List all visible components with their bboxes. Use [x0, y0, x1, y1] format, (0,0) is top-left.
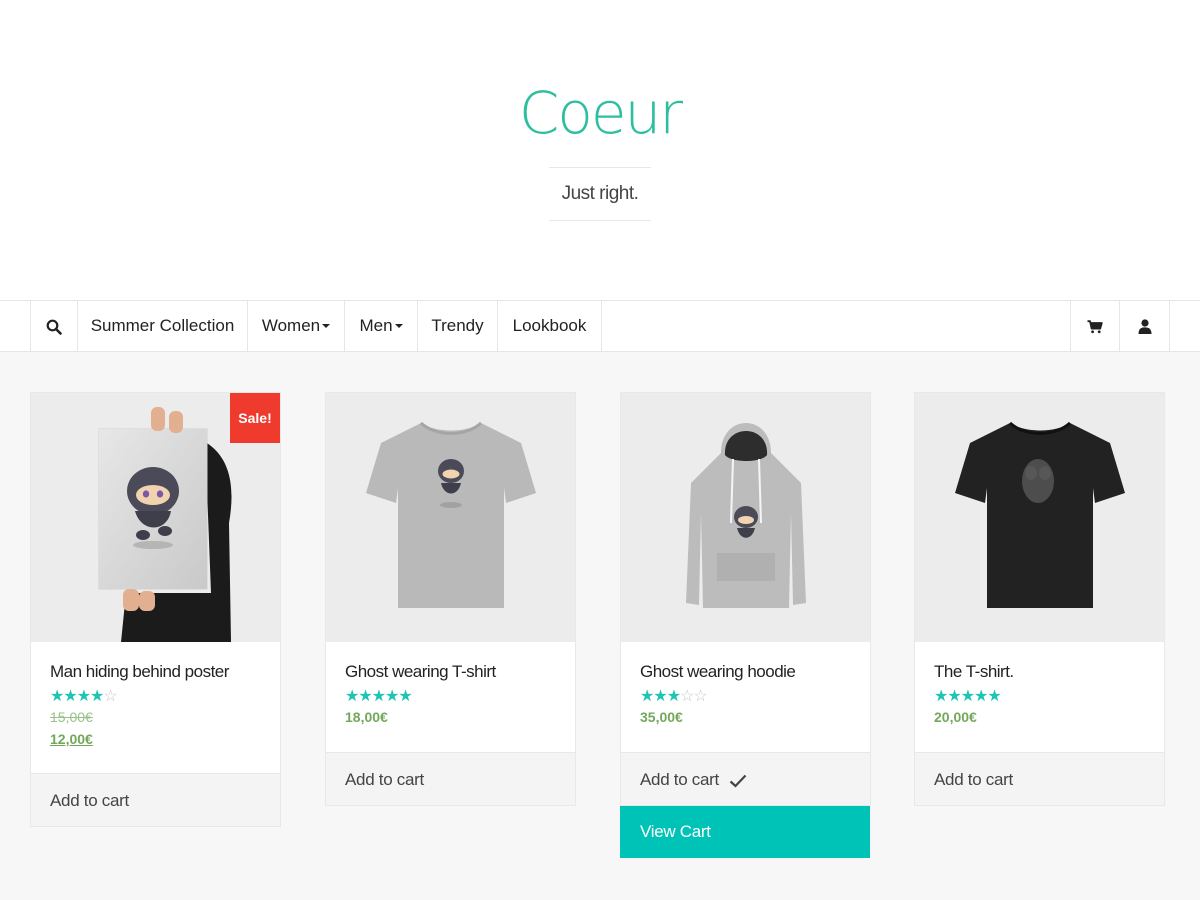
nav-label: Women — [261, 316, 321, 335]
nav-label: Men — [359, 316, 393, 335]
add-to-cart-button[interactable]: Add to cart — [31, 773, 280, 826]
product-image[interactable] — [915, 393, 1164, 642]
product-info: Ghost wearing T-shirt ★★★★★ 18,00€ — [326, 642, 575, 752]
product-price: 18,00€ — [345, 709, 388, 725]
tagline-container: Just right. — [549, 167, 651, 221]
chevron-down-icon — [394, 323, 403, 328]
add-to-cart-label: Add to cart — [640, 770, 719, 789]
nav-item-trendy[interactable]: Trendy — [418, 301, 498, 351]
product-card: The T-shirt. ★★★★★ 20,00€ Add to cart — [914, 392, 1165, 806]
cart-button[interactable] — [1070, 301, 1120, 351]
product-price: 20,00€ — [934, 709, 977, 725]
add-to-cart-button[interactable]: Add to cart — [326, 752, 575, 805]
nav-item-men[interactable]: Men — [345, 301, 418, 351]
star-rating: ★★★★★ — [345, 688, 556, 706]
product-info: Ghost wearing hoodie ★★★☆☆ 35,00€ — [621, 642, 870, 752]
star-filled-icon: ★★★★ — [50, 688, 104, 705]
nav-label: Trendy — [431, 316, 484, 335]
cart-icon — [1087, 319, 1103, 333]
account-button[interactable] — [1120, 301, 1170, 351]
star-filled-icon: ★★★ — [640, 688, 681, 705]
nav-label: Lookbook — [512, 316, 587, 335]
site-title: Coeur — [0, 78, 1200, 148]
product-image[interactable] — [621, 393, 870, 642]
site-tagline: Just right. — [561, 183, 639, 204]
product-image[interactable]: Sale! — [31, 393, 280, 642]
nav-item-women[interactable]: Women — [248, 301, 345, 351]
product-title[interactable]: Man hiding behind poster — [50, 662, 261, 682]
product-title[interactable]: Ghost wearing T-shirt — [345, 662, 556, 682]
nav-item-lookbook[interactable]: Lookbook — [498, 301, 602, 351]
search-button[interactable] — [30, 301, 78, 351]
sale-badge: Sale! — [230, 393, 280, 443]
star-rating: ★★★☆☆ — [640, 688, 851, 706]
hoodie-image — [621, 393, 870, 642]
product-title[interactable]: Ghost wearing hoodie — [640, 662, 851, 682]
star-rating: ★★★★☆ — [50, 688, 261, 706]
chevron-down-icon — [322, 323, 331, 328]
sale-price: 12,00€ — [50, 731, 93, 747]
product-info: Man hiding behind poster ★★★★☆ 15,00€ 12… — [31, 642, 280, 773]
site-title-link[interactable]: Coeur — [519, 79, 683, 147]
star-empty-icon: ☆ — [103, 688, 117, 705]
product-card: Sale! Man hiding behind poster ★★★★☆ 15,… — [30, 392, 281, 827]
black-tshirt-image — [915, 393, 1164, 642]
user-icon — [1138, 319, 1151, 335]
view-cart-button[interactable]: View Cart — [620, 806, 870, 858]
product-card: Ghost wearing hoodie ★★★☆☆ 35,00€ Add to… — [620, 392, 871, 806]
add-to-cart-button[interactable]: Add to cart — [621, 752, 870, 805]
nav-item-summer-collection[interactable]: Summer Collection — [78, 301, 248, 351]
product-title[interactable]: The T-shirt. — [934, 662, 1145, 682]
product-price: 35,00€ — [640, 709, 683, 725]
add-to-cart-button[interactable]: Add to cart — [915, 752, 1164, 805]
check-icon — [730, 774, 747, 788]
product-card: Ghost wearing T-shirt ★★★★★ 18,00€ Add t… — [325, 392, 576, 806]
grey-tshirt-image — [326, 393, 575, 642]
star-rating: ★★★★★ — [934, 688, 1145, 706]
search-icon — [46, 319, 62, 335]
star-filled-icon: ★★★★★ — [345, 688, 413, 705]
star-empty-icon: ☆☆ — [680, 688, 708, 705]
site-header: Coeur Just right. — [0, 0, 1200, 300]
nav-label: Summer Collection — [90, 316, 235, 335]
product-info: The T-shirt. ★★★★★ 20,00€ — [915, 642, 1164, 752]
star-filled-icon: ★★★★★ — [934, 688, 1002, 705]
main-navigation: Summer Collection Women Men Trendy Lookb… — [0, 300, 1200, 352]
product-image[interactable] — [326, 393, 575, 642]
original-price: 15,00€ — [50, 709, 93, 725]
